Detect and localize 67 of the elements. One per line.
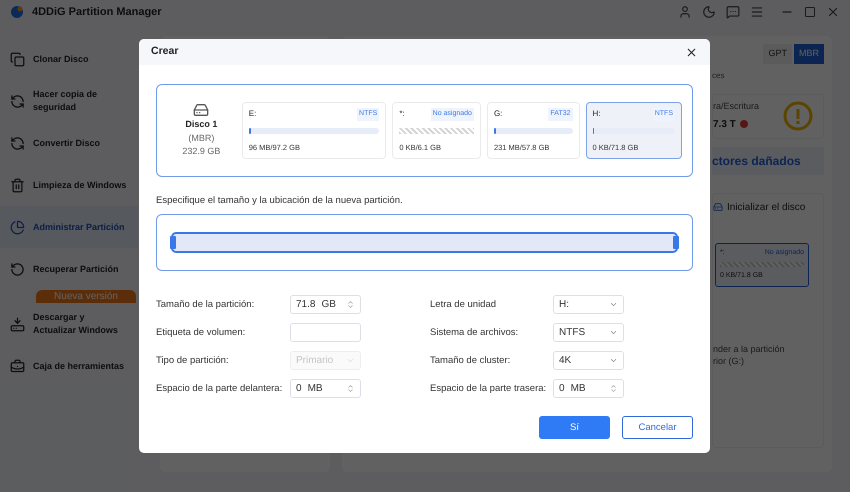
text-field[interactable]: [290, 323, 361, 342]
dropdown[interactable]: H:: [553, 295, 624, 314]
field-label: Espacio de la parte trasera:: [430, 382, 548, 396]
health-value: 7.3 T: [713, 118, 736, 132]
moon-icon[interactable]: [702, 5, 716, 19]
maximize-icon[interactable]: [804, 6, 816, 18]
number-field[interactable]: 0 MB: [290, 379, 361, 398]
sidebar-item[interactable]: Clonar Disco: [0, 38, 138, 80]
number-field[interactable]: 0 MB: [553, 379, 624, 398]
partition-letter: *:: [399, 108, 405, 120]
sidebar-item[interactable]: Convertir Disco: [0, 122, 138, 164]
partition-letter: H:: [592, 108, 601, 120]
range-handle[interactable]: [170, 236, 176, 250]
dropdown[interactable]: NTFS: [553, 323, 624, 342]
field-label: Etiqueta de volumen:: [156, 326, 246, 340]
extend-text: nder a la partición: [713, 342, 786, 354]
field-label: Letra de unidad: [430, 298, 498, 312]
feedback-icon[interactable]: [726, 5, 740, 19]
warning-icon: [783, 101, 813, 131]
size-range-bar[interactable]: [171, 232, 678, 254]
sidebar-item[interactable]: Administrar Partición: [0, 206, 138, 248]
disk-name: Disco 1: [185, 118, 218, 132]
refresh-icon: [10, 136, 25, 150]
init-disk-label[interactable]: Inicializar el disco: [727, 200, 806, 214]
partition-style-tab[interactable]: MBR: [794, 44, 824, 64]
sidebar-item[interactable]: Descargar y Actualizar Windows: [0, 303, 138, 345]
stepper-icon[interactable]: [346, 384, 355, 394]
download-drive-icon: [10, 316, 25, 332]
confirm-button[interactable]: Sí: [539, 416, 610, 440]
cancel-button[interactable]: Cancelar: [622, 416, 693, 440]
extend-text: rior (G:): [713, 354, 745, 366]
field-label: Tamaño de cluster:: [430, 354, 512, 368]
sidebar-item[interactable]: Limpieza de Windows: [0, 164, 138, 206]
dropdown[interactable]: 4K: [553, 351, 624, 370]
new-version-badge: Nueva versión: [36, 290, 136, 303]
toolbox-icon: [10, 358, 25, 374]
health-label: ra/Escritura: [713, 100, 760, 114]
instruction-text: Especifique el tamaño y la ubicación de la nueva partición.: [156, 194, 404, 208]
bad-sectors-link[interactable]: ctores dañados: [712, 146, 824, 174]
partition-letter: E:: [248, 108, 256, 120]
app-title: 4DDiG Partition Manager: [32, 4, 162, 20]
stepper-icon[interactable]: [609, 384, 618, 394]
note-text: ces: [712, 70, 726, 82]
copy-icon: [10, 52, 25, 66]
sidebar-item[interactable]: Caja de herramientas: [0, 345, 138, 387]
partition-style-tab[interactable]: GPT: [763, 44, 792, 64]
number-field[interactable]: 71.8 GB: [290, 295, 361, 314]
dialog-title: Crear: [151, 44, 178, 60]
disk-style: (MBR): [188, 132, 214, 145]
restore-icon: [10, 262, 25, 276]
pie-chart-icon: [10, 220, 25, 234]
menu-icon[interactable]: [750, 5, 764, 19]
sidebar-item[interactable]: Hacer copia de seguridad: [0, 80, 138, 122]
partition-letter: G:: [494, 108, 502, 120]
range-handle[interactable]: [673, 236, 679, 250]
field-label: Espacio de la parte delantera:: [156, 382, 284, 396]
sidebar-item[interactable]: Recuperar Partición: [0, 248, 138, 290]
stepper-icon[interactable]: [346, 300, 355, 310]
field-label: Sistema de archivos:: [430, 326, 520, 340]
close-icon[interactable]: [685, 46, 698, 58]
refresh-icon: [10, 94, 25, 108]
account-icon[interactable]: [678, 5, 692, 19]
trash-icon: [10, 178, 25, 192]
app-logo-icon: [10, 5, 24, 19]
field-label: Tamaño de la partición:: [156, 298, 256, 312]
disk-size: 232.9 GB: [182, 145, 220, 158]
field-label: Tipo de partición:: [156, 354, 230, 368]
